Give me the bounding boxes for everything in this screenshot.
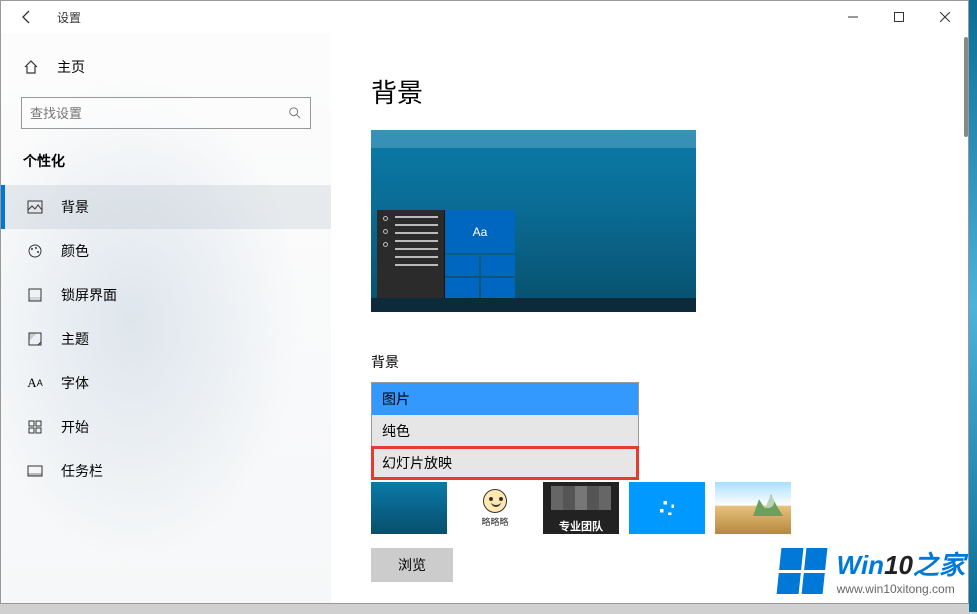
- search-icon: [288, 106, 302, 120]
- thumbnail-2[interactable]: 略略略: [457, 482, 533, 534]
- thumbnail-3-caption: 专业团队: [559, 518, 603, 534]
- arrow-left-icon: [19, 9, 35, 25]
- sidebar-item-label: 任务栏: [61, 461, 103, 481]
- page-title: 背景: [371, 73, 928, 110]
- right-edge-decor: [969, 0, 977, 612]
- sidebar-item-label: 开始: [61, 417, 89, 437]
- browse-button[interactable]: 浏览: [371, 548, 453, 582]
- dropdown-option-picture[interactable]: 图片: [372, 383, 638, 415]
- background-type-dropdown[interactable]: 图片 纯色 幻灯片放映: [371, 382, 639, 480]
- minimize-button[interactable]: [830, 1, 876, 33]
- sidebar-item-lockscreen[interactable]: 锁屏界面: [1, 273, 331, 317]
- back-button[interactable]: [9, 1, 45, 33]
- home-icon: [23, 59, 39, 75]
- window-controls: [830, 1, 968, 33]
- windows-logo-icon: [776, 548, 827, 594]
- sidebar-item-taskbar[interactable]: 任务栏: [1, 449, 331, 493]
- thumbnail-2-caption: 略略略: [481, 515, 508, 528]
- sidebar: 主页 个性化 背景 颜色 锁屏界面 主题: [1, 33, 331, 603]
- sidebar-item-start[interactable]: 开始: [1, 405, 331, 449]
- font-icon: AA: [27, 375, 43, 391]
- body: 主页 个性化 背景 颜色 锁屏界面 主题: [1, 33, 968, 603]
- maximize-button[interactable]: [876, 1, 922, 33]
- theme-icon: [27, 331, 43, 347]
- maximize-icon: [894, 12, 904, 22]
- wm-url: www.win10xitong.com: [837, 582, 965, 596]
- background-label: 背景: [371, 352, 928, 372]
- picture-icon: [27, 199, 43, 215]
- wm-brand-c: 之家: [913, 550, 965, 580]
- content-area: 背景 Aa 背景 图片 纯色 幻灯片放映 略略略: [331, 33, 968, 603]
- window-title: 设置: [57, 9, 81, 26]
- settings-window: 设置 主页 个性化 背景 颜色: [0, 0, 969, 604]
- thumbnail-4[interactable]: [629, 482, 705, 534]
- sidebar-item-label: 锁屏界面: [61, 285, 117, 305]
- preview-start-menu: [377, 210, 445, 298]
- home-link[interactable]: 主页: [1, 49, 331, 87]
- close-button[interactable]: [922, 1, 968, 33]
- thumbnail-5[interactable]: [715, 482, 791, 534]
- preview-tiles: Aa: [445, 210, 515, 298]
- dropdown-option-slideshow[interactable]: 幻灯片放映: [372, 447, 638, 479]
- preview-tile-sample: Aa: [445, 210, 515, 253]
- home-label: 主页: [57, 57, 85, 77]
- picture-thumbnails: 略略略 专业团队: [371, 482, 928, 534]
- section-header: 个性化: [1, 145, 331, 185]
- sidebar-item-label: 颜色: [61, 241, 89, 261]
- close-icon: [940, 12, 950, 22]
- watermark: Win10之家 www.win10xitong.com: [779, 545, 965, 596]
- scrollbar-vertical[interactable]: [964, 37, 968, 137]
- search-input[interactable]: [21, 97, 311, 129]
- sidebar-item-colors[interactable]: 颜色: [1, 229, 331, 273]
- sidebar-item-themes[interactable]: 主题: [1, 317, 331, 361]
- preview-taskbar: [371, 298, 696, 312]
- watermark-text: Win10之家 www.win10xitong.com: [837, 545, 965, 596]
- wm-brand-a: Win: [837, 550, 884, 580]
- background-preview: Aa: [371, 130, 696, 312]
- wm-brand-b: 10: [884, 550, 913, 580]
- sidebar-item-background[interactable]: 背景: [1, 185, 331, 229]
- titlebar: 设置: [1, 1, 968, 33]
- thumbnail-1[interactable]: [371, 482, 447, 534]
- search-field[interactable]: [30, 106, 288, 121]
- thumbnail-3[interactable]: 专业团队: [543, 482, 619, 534]
- dropdown-option-solid[interactable]: 纯色: [372, 415, 638, 447]
- minimize-icon: [848, 12, 858, 22]
- sidebar-item-label: 背景: [61, 197, 89, 217]
- start-icon: [27, 419, 43, 435]
- sidebar-item-label: 主题: [61, 329, 89, 349]
- lockscreen-icon: [27, 287, 43, 303]
- taskbar-icon: [27, 463, 43, 479]
- sidebar-item-fonts[interactable]: AA 字体: [1, 361, 331, 405]
- sidebar-item-label: 字体: [61, 373, 89, 393]
- palette-icon: [27, 243, 43, 259]
